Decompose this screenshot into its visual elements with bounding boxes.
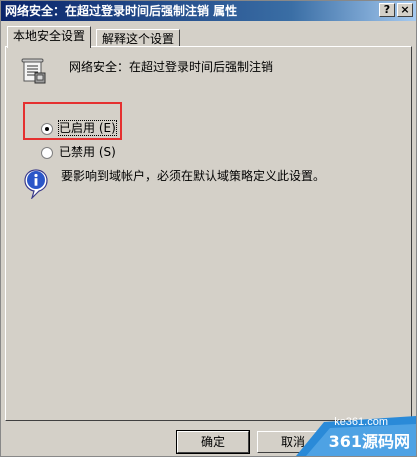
tab-local-security-setting[interactable]: 本地安全设置 — [7, 26, 92, 48]
disabled-radio-option[interactable]: 已禁用 (S) — [41, 144, 116, 160]
properties-dialog: 网络安全：在超过登录时间后强制注销 属性 ? × 本地安全设置 解释这个设置 网… — [0, 0, 417, 457]
info-icon — [24, 169, 48, 201]
info-text: 要影响到域帐户，必须在默认域策略定义此设置。 — [61, 169, 326, 183]
watermark-url: ke361.com — [334, 416, 388, 428]
tab-label: 本地安全设置 — [13, 29, 86, 43]
watermark-brand: 361源码网 — [328, 432, 410, 451]
disabled-hotkey: (S) — [98, 145, 116, 159]
tab-label: 解释这个设置 — [102, 32, 175, 46]
ok-button[interactable]: 确定 — [176, 430, 250, 454]
policy-scroll-icon — [21, 57, 47, 85]
help-button[interactable]: ? — [379, 3, 395, 17]
highlight-annotation — [23, 102, 122, 140]
disabled-label: 已禁用 — [59, 145, 96, 159]
close-button[interactable]: × — [397, 3, 413, 17]
disabled-radio[interactable] — [41, 146, 53, 159]
policy-name: 网络安全：在超过登录时间后强制注销 — [69, 60, 274, 74]
window-title: 网络安全：在超过登录时间后强制注销 属性 — [5, 4, 238, 18]
title-bar: 网络安全：在超过登录时间后强制注销 属性 — [1, 1, 416, 21]
